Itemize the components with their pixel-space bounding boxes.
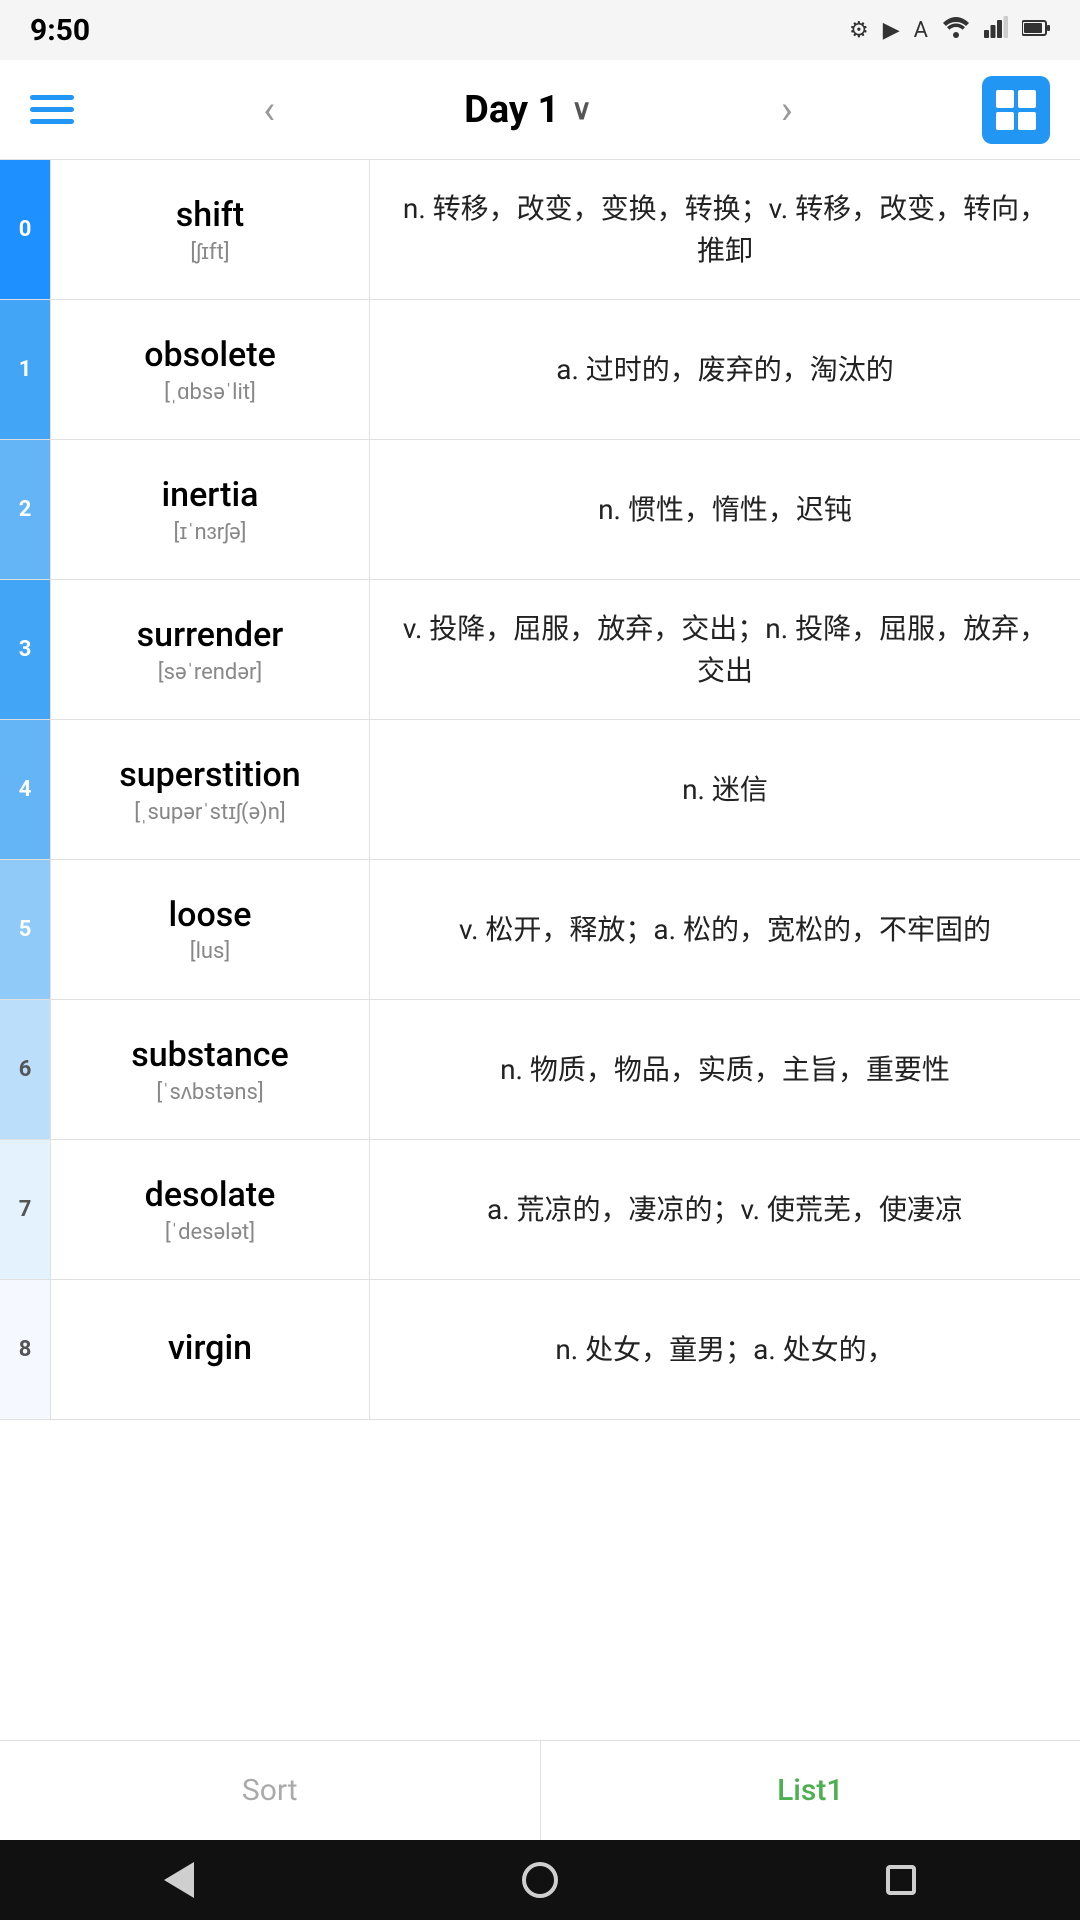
play-icon: ▶ [883, 18, 900, 43]
day-title-text: Day 1 [464, 88, 559, 132]
word-cell-2: inertia [ɪˈnɜrʃə] [50, 440, 370, 579]
word-phonetic-7: [ˈdesələt] [165, 1219, 255, 1245]
word-phonetic-6: [ˈsʌbstəns] [156, 1079, 263, 1105]
word-definition-4: n. 迷信 [370, 720, 1080, 859]
row-index-1: 1 [0, 300, 50, 439]
nav-title: Day 1 ∨ [464, 88, 592, 132]
back-button[interactable] [164, 1862, 194, 1898]
word-row: 8 virgin n. 处女，童男；a. 处女的， [0, 1280, 1080, 1420]
word-definition-6: n. 物质，物品，实质，主旨，重要性 [370, 1000, 1080, 1139]
word-phonetic-4: [ˌsupərˈstɪʃ(ə)n] [134, 799, 285, 825]
signal-icon [984, 16, 1008, 44]
next-button[interactable]: › [781, 90, 793, 130]
word-row: 2 inertia [ɪˈnɜrʃə] n. 惯性，惰性，迟钝 [0, 440, 1080, 580]
nav-arrows: ‹ [263, 90, 275, 130]
word-phonetic-2: [ɪˈnɜrʃə] [173, 519, 246, 545]
gear-icon: ⚙ [849, 18, 869, 43]
word-english-1: obsolete [144, 335, 276, 375]
word-phonetic-3: [səˈrendər] [158, 659, 262, 685]
word-row: 7 desolate [ˈdesələt] a. 荒凉的，凄凉的；v. 使荒芜，… [0, 1140, 1080, 1280]
battery-icon [1022, 18, 1050, 43]
wifi-icon [942, 16, 970, 44]
android-nav-bar [0, 1840, 1080, 1920]
word-cell-0: shift [ʃɪft] [50, 160, 370, 299]
word-definition-1: a. 过时的，废弃的，淘汰的 [370, 300, 1080, 439]
word-english-5: loose [169, 895, 252, 935]
row-index-8: 8 [0, 1280, 50, 1419]
word-cell-1: obsolete [ˌɑbsəˈlit] [50, 300, 370, 439]
word-definition-3: v. 投降，屈服，放弃，交出；n. 投降，屈服，放弃，交出 [370, 580, 1080, 719]
sort-tab-label: Sort [242, 1773, 298, 1808]
word-cell-4: superstition [ˌsupərˈstɪʃ(ə)n] [50, 720, 370, 859]
font-icon: A [914, 18, 928, 43]
tab-list1[interactable]: List1 [541, 1741, 1080, 1840]
row-index-2: 2 [0, 440, 50, 579]
word-definition-7: a. 荒凉的，凄凉的；v. 使荒芜，使凄凉 [370, 1140, 1080, 1279]
word-row: 1 obsolete [ˌɑbsəˈlit] a. 过时的，废弃的，淘汰的 [0, 300, 1080, 440]
tab-sort[interactable]: Sort [0, 1741, 541, 1840]
nav-next: › [781, 90, 793, 130]
home-button[interactable] [522, 1862, 558, 1898]
row-index-4: 4 [0, 720, 50, 859]
word-cell-6: substance [ˈsʌbstəns] [50, 1000, 370, 1139]
word-row: 6 substance [ˈsʌbstəns] n. 物质，物品，实质，主旨，重… [0, 1000, 1080, 1140]
word-cell-7: desolate [ˈdesələt] [50, 1140, 370, 1279]
row-index-3: 3 [0, 580, 50, 719]
prev-button[interactable]: ‹ [263, 90, 275, 130]
word-list: 0 shift [ʃɪft] n. 转移，改变，变换，转换；v. 转移，改变，转… [0, 160, 1080, 1740]
row-index-7: 7 [0, 1140, 50, 1279]
status-time: 9:50 [30, 13, 90, 48]
word-english-3: surrender [137, 615, 284, 655]
word-phonetic-5: [lus] [190, 939, 231, 964]
row-index-0: 0 [0, 160, 50, 299]
list1-tab-label: List1 [777, 1773, 843, 1808]
chevron-down-icon[interactable]: ∨ [571, 93, 592, 126]
word-row: 4 superstition [ˌsupərˈstɪʃ(ə)n] n. 迷信 [0, 720, 1080, 860]
bottom-tabs: Sort List1 [0, 1740, 1080, 1840]
word-cell-8: virgin [50, 1280, 370, 1419]
word-row: 3 surrender [səˈrendər] v. 投降，屈服，放弃，交出；n… [0, 580, 1080, 720]
status-icons: ⚙ ▶ A [849, 16, 1050, 44]
word-definition-0: n. 转移，改变，变换，转换；v. 转移，改变，转向，推卸 [370, 160, 1080, 299]
word-row: 0 shift [ʃɪft] n. 转移，改变，变换，转换；v. 转移，改变，转… [0, 160, 1080, 300]
word-english-0: shift [176, 195, 244, 235]
menu-button[interactable] [30, 95, 74, 124]
word-english-4: superstition [119, 755, 300, 795]
word-cell-5: loose [lus] [50, 860, 370, 999]
word-cell-3: surrender [səˈrendər] [50, 580, 370, 719]
row-index-6: 6 [0, 1000, 50, 1139]
word-row: 5 loose [lus] v. 松开，释放；a. 松的，宽松的，不牢固的 [0, 860, 1080, 1000]
word-phonetic-0: [ʃɪft] [190, 239, 229, 265]
word-english-8: virgin [168, 1328, 252, 1368]
word-english-2: inertia [162, 475, 259, 515]
nav-bar: ‹ Day 1 ∨ › [0, 60, 1080, 160]
word-english-6: substance [131, 1035, 289, 1075]
word-definition-2: n. 惯性，惰性，迟钝 [370, 440, 1080, 579]
word-definition-5: v. 松开，释放；a. 松的，宽松的，不牢固的 [370, 860, 1080, 999]
row-index-5: 5 [0, 860, 50, 999]
word-phonetic-1: [ˌɑbsəˈlit] [164, 379, 256, 405]
recent-button[interactable] [886, 1865, 916, 1895]
status-bar: 9:50 ⚙ ▶ A [0, 0, 1080, 60]
word-definition-8: n. 处女，童男；a. 处女的， [370, 1280, 1080, 1419]
grid-view-button[interactable] [982, 76, 1050, 144]
word-english-7: desolate [145, 1175, 276, 1215]
